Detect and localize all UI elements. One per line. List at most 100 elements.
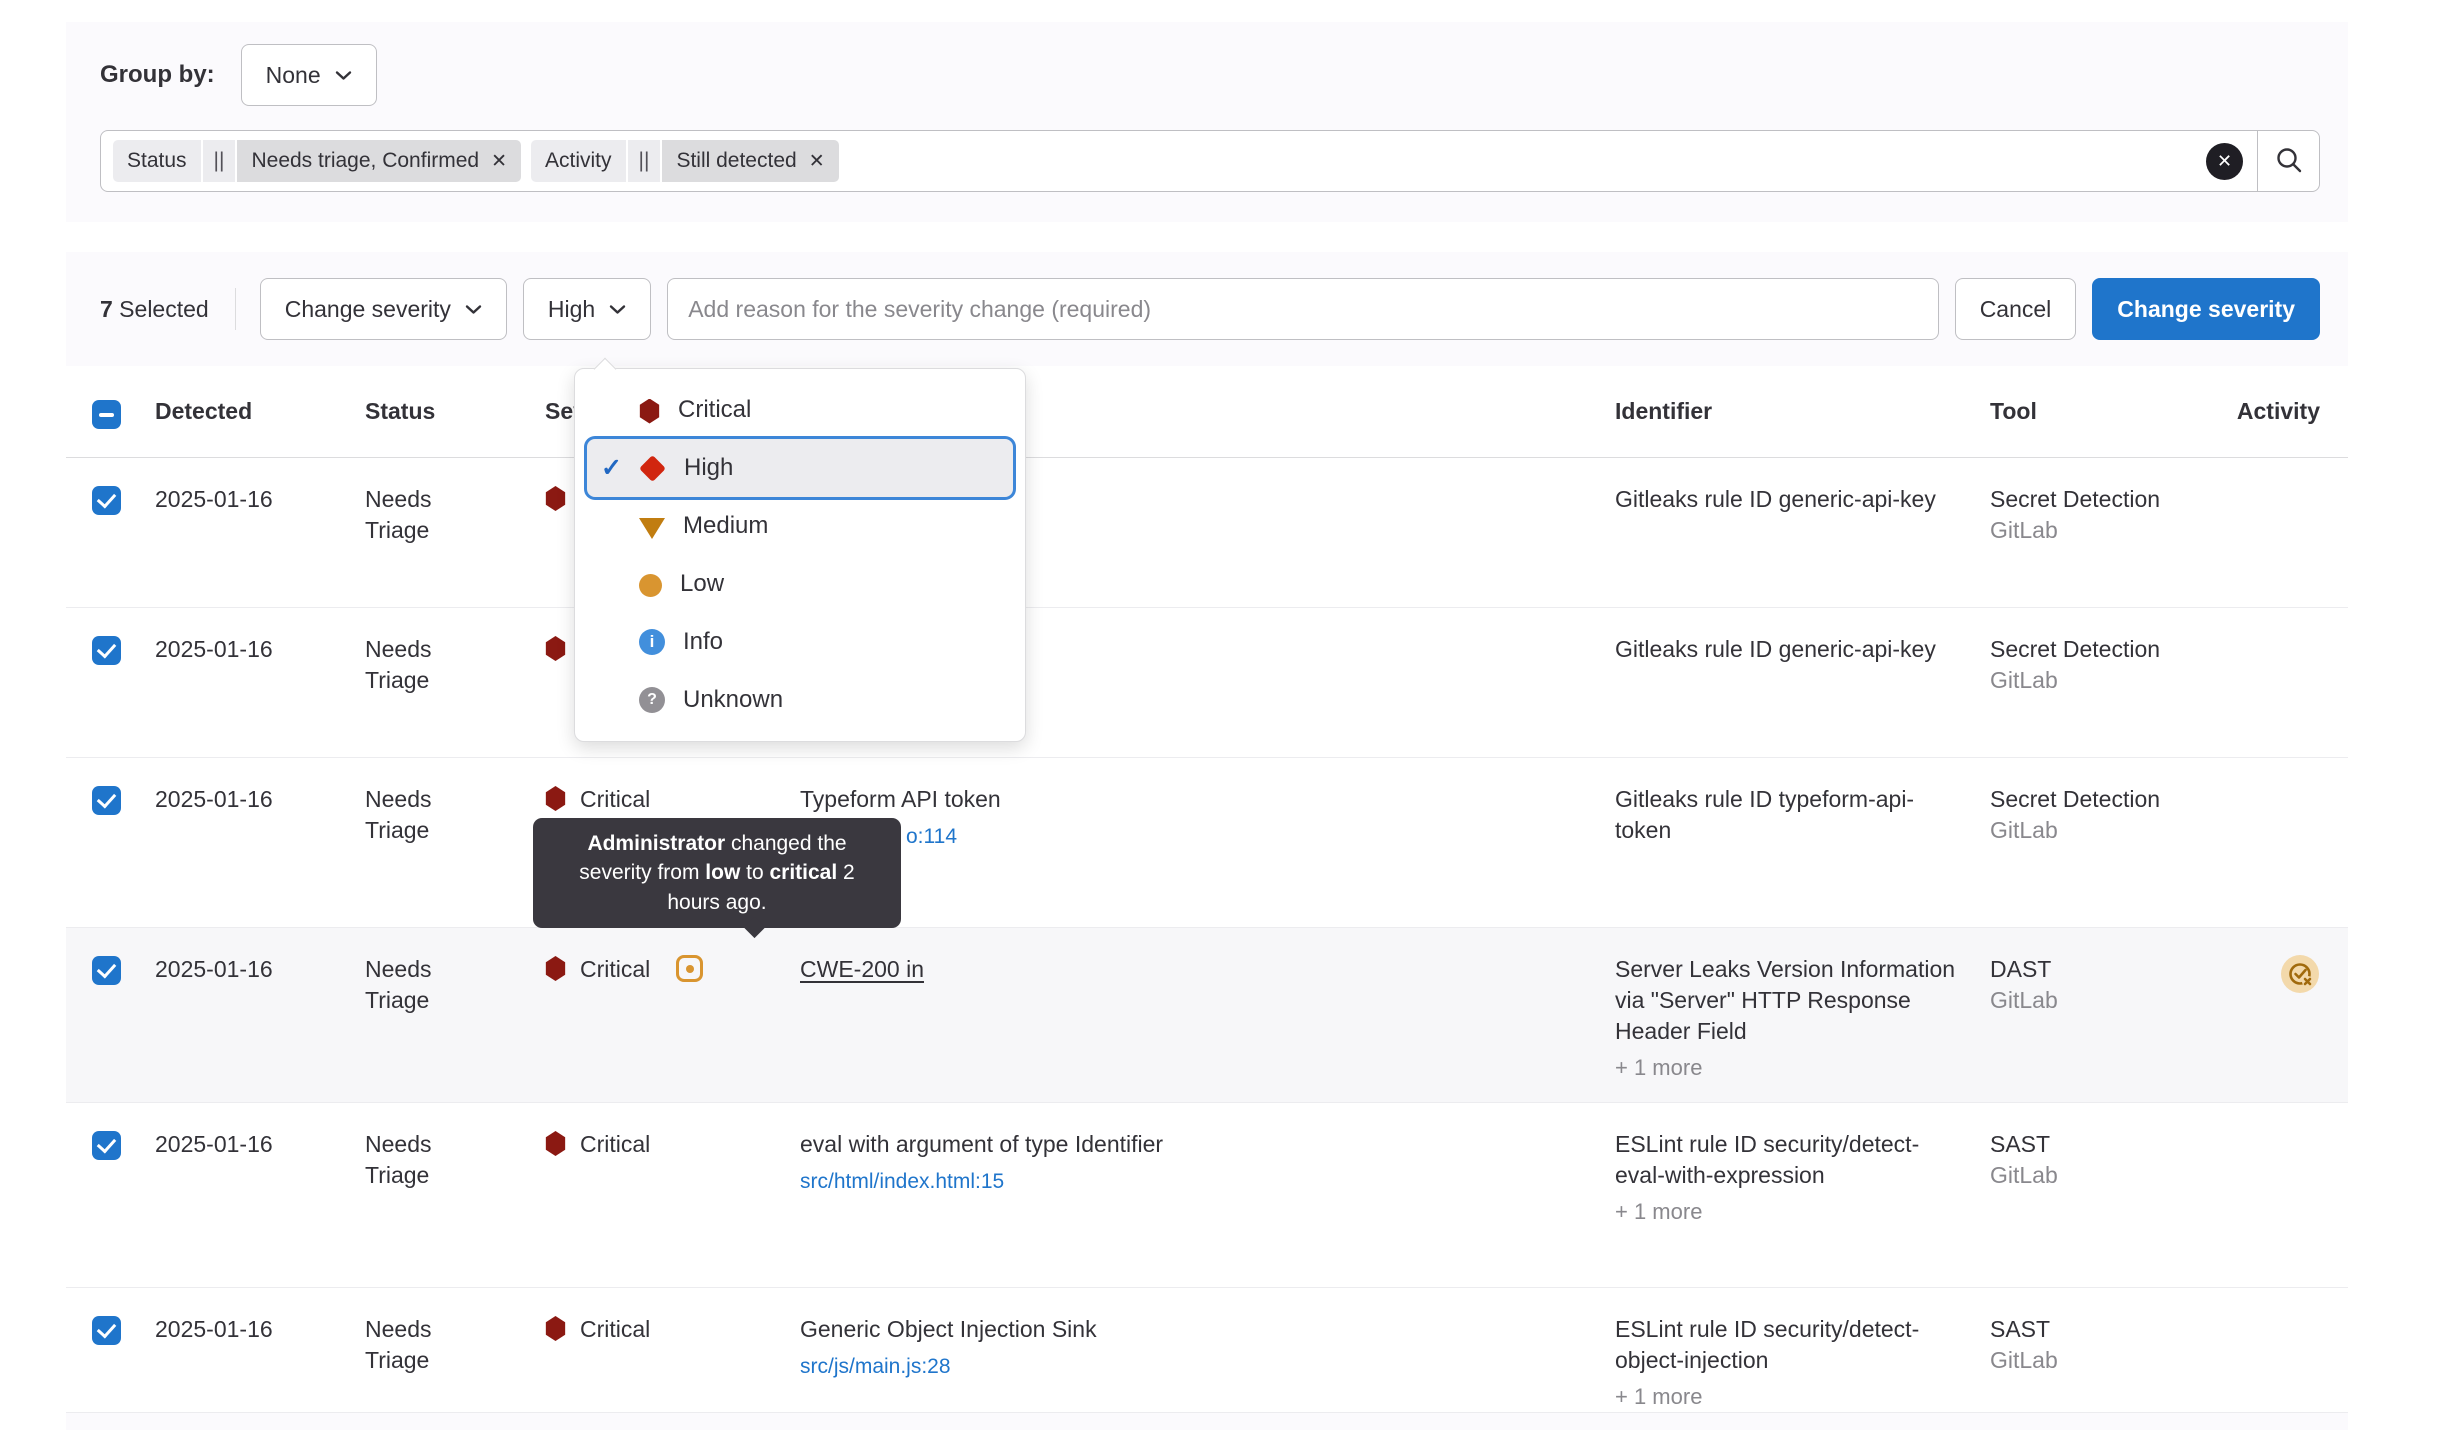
tool-vendor: GitLab	[1990, 665, 2235, 696]
severity-medium-icon	[639, 518, 665, 539]
filtered-search-bar[interactable]: Status || Needs triage, Confirmed ✕ Acti…	[100, 130, 2320, 192]
severity-option-label: Unknown	[683, 686, 783, 714]
filter-token-value-text: Still detected	[676, 149, 796, 173]
activity-cell	[2235, 458, 2348, 607]
table-row[interactable]: 2025-01-16 Needs Triage Critical Gitleak…	[66, 458, 2348, 608]
severity-override-icon[interactable]	[676, 955, 703, 982]
identifier-cell: ESLint rule ID security/detect-object-in…	[1615, 1288, 1990, 1412]
filter-token-status[interactable]: Status || Needs triage, Confirmed ✕	[113, 140, 521, 182]
change-severity-submit-button[interactable]: Change severity	[2092, 278, 2320, 340]
severity-low-icon	[639, 574, 662, 597]
identifier-cell: Gitleaks rule ID generic-api-key	[1615, 608, 1990, 757]
severity-critical-icon	[639, 399, 660, 424]
severity-option-label: Critical	[678, 396, 751, 424]
severity-option-low[interactable]: Low	[587, 555, 1013, 613]
row-checkbox[interactable]	[92, 486, 121, 515]
identifier-text: Gitleaks rule ID typeform-api-token	[1615, 784, 1960, 846]
severity-option-medium[interactable]: Medium	[587, 497, 1013, 555]
chevron-down-icon	[335, 70, 352, 81]
identifier-more: + 1 more	[1615, 1197, 1960, 1227]
tool-vendor: GitLab	[1990, 815, 2235, 846]
vulnerability-link[interactable]: CWE-200 in	[800, 956, 924, 982]
filter-token-value[interactable]: Needs triage, Confirmed ✕	[237, 140, 521, 182]
row-checkbox[interactable]	[92, 636, 121, 665]
search-button[interactable]	[2257, 131, 2319, 191]
row-checkbox[interactable]	[92, 1316, 121, 1345]
identifier-text: ESLint rule ID security/detect-object-in…	[1615, 1314, 1960, 1376]
filter-token-value-text: Needs triage, Confirmed	[251, 149, 479, 173]
chevron-down-icon	[465, 304, 482, 315]
identifier-text: Server Leaks Version Information via "Se…	[1615, 954, 1960, 1047]
clear-filters-button[interactable]: ✕	[2206, 143, 2243, 180]
group-by-label: Group by:	[100, 61, 215, 89]
filter-token-name[interactable]: Activity	[531, 140, 626, 182]
filter-token-activity[interactable]: Activity || Still detected ✕	[531, 140, 839, 182]
tool-cell: SAST GitLab	[1990, 1103, 2235, 1287]
chevron-down-icon	[609, 304, 626, 315]
severity-option-label: Medium	[683, 512, 768, 540]
cancel-button[interactable]: Cancel	[1955, 278, 2077, 340]
table-row[interactable]: 2025-01-16 Needs Triage Critical CWE-200…	[66, 928, 2348, 1103]
severity-change-reason-input[interactable]	[667, 278, 1938, 340]
description-cell: Generic Object Injection Sink src/js/mai…	[800, 1288, 1615, 1412]
table-row[interactable]: 2025-01-16 Needs Triage Critical eval wi…	[66, 1103, 2348, 1288]
group-by-row: Group by: None	[100, 44, 2320, 106]
severity-info-icon	[639, 629, 665, 655]
severity-value: High	[548, 296, 595, 323]
severity-option-high[interactable]: High	[587, 439, 1013, 497]
change-severity-dropdown[interactable]: Change severity	[260, 278, 507, 340]
filter-token-operator[interactable]: ||	[203, 140, 236, 182]
vulnerability-report-page: Group by: None Status || Needs triage, C…	[0, 0, 2442, 1430]
group-by-dropdown[interactable]: None	[241, 44, 377, 106]
detected-date: 2025-01-16	[155, 928, 365, 1102]
bulk-edit-bar: 7 Selected Change severity High Cancel C…	[100, 278, 2320, 340]
identifier-text: Gitleaks rule ID generic-api-key	[1615, 634, 1960, 665]
tool-vendor: GitLab	[1990, 985, 2235, 1016]
location-link[interactable]: src/js/main.js:28	[800, 1353, 1575, 1381]
filter-token-operator[interactable]: ||	[628, 140, 661, 182]
select-all-checkbox[interactable]	[92, 400, 121, 429]
remove-token-icon[interactable]: ✕	[809, 152, 825, 171]
location-link[interactable]: src/html/index.html:15	[800, 1168, 1575, 1196]
severity-value-dropdown[interactable]: High	[523, 278, 651, 340]
table-row[interactable]: 2025-01-16 Needs Triage Critical Generic…	[66, 1288, 2348, 1413]
vulnerability-title[interactable]: Typeform API token	[800, 784, 1575, 815]
filters-section: Group by: None Status || Needs triage, C…	[66, 22, 2348, 222]
filter-token-value[interactable]: Still detected ✕	[662, 140, 838, 182]
detected-date: 2025-01-16	[155, 458, 365, 607]
severity-option-info[interactable]: Info	[587, 613, 1013, 671]
tooltip-text: low	[705, 861, 740, 884]
severity-option-unknown[interactable]: Unknown	[587, 671, 1013, 729]
status-label: Needs Triage	[365, 1288, 545, 1412]
next-table-row-partial	[66, 1413, 2348, 1430]
severity-critical-icon	[545, 1131, 566, 1156]
header-detected: Detected	[155, 396, 365, 427]
severity-critical-icon	[545, 1316, 566, 1341]
change-severity-label: Change severity	[285, 296, 451, 323]
activity-cell	[2235, 928, 2348, 1102]
row-checkbox[interactable]	[92, 1131, 121, 1160]
vulnerability-table: Detected Status Severity Description Ide…	[66, 366, 2348, 1430]
table-row[interactable]: 2025-01-16 Needs Triage Critical Typefor…	[66, 758, 2348, 928]
tool-name: DAST	[1990, 954, 2235, 985]
location-link[interactable]: o:114	[906, 823, 1575, 851]
tool-cell: Secret Detection GitLab	[1990, 458, 2235, 607]
filter-token-name[interactable]: Status	[113, 140, 201, 182]
still-detected-icon[interactable]	[2280, 954, 2320, 1102]
header-identifier: Identifier	[1615, 396, 1990, 427]
tool-name: Secret Detection	[1990, 634, 2235, 665]
remove-token-icon[interactable]: ✕	[491, 152, 507, 171]
severity-option-critical[interactable]: Critical	[587, 381, 1013, 439]
header-status: Status	[365, 396, 545, 427]
vulnerability-title[interactable]: Generic Object Injection Sink	[800, 1314, 1575, 1345]
header-activity: Activity	[2235, 396, 2348, 427]
detected-date: 2025-01-16	[155, 608, 365, 757]
severity-unknown-icon	[639, 687, 665, 713]
severity-label: Critical	[580, 954, 650, 985]
vulnerability-title[interactable]: eval with argument of type Identifier	[800, 1129, 1575, 1160]
row-checkbox[interactable]	[92, 956, 121, 985]
table-row[interactable]: 2025-01-16 Needs Triage Critical Gitleak…	[66, 608, 2348, 758]
tool-cell: Secret Detection GitLab	[1990, 608, 2235, 757]
row-checkbox[interactable]	[92, 786, 121, 815]
tool-vendor: GitLab	[1990, 1160, 2235, 1191]
